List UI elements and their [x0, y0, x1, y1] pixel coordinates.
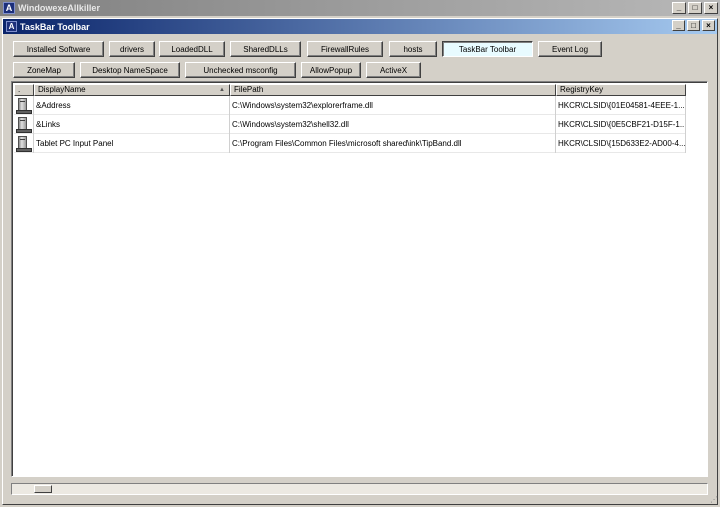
table-row[interactable]: &Links C:\Windows\system32\shell32.dll H…: [14, 115, 686, 134]
computer-icon: [14, 96, 34, 115]
allowpopup-button[interactable]: AllowPopup: [301, 62, 361, 78]
unchecked-msconfig-button[interactable]: Unchecked msconfig: [185, 62, 296, 78]
column-header-displayname-label: DisplayName: [38, 85, 86, 94]
app-icon: A: [3, 2, 15, 14]
row-registrykey: HKCR\CLSID\{01E04581-4EEE-1...: [556, 96, 686, 115]
child-minimize-button[interactable]: _: [672, 20, 685, 31]
column-header-displayname[interactable]: DisplayName ▲: [34, 84, 230, 96]
column-header-icon[interactable]: .: [14, 84, 34, 96]
row-registrykey: HKCR\CLSID\{0E5CBF21-D15F-1...: [556, 115, 686, 134]
drivers-button[interactable]: drivers: [109, 41, 155, 57]
close-button[interactable]: ×: [704, 2, 718, 14]
minimize-button[interactable]: _: [672, 2, 686, 14]
installed-software-button[interactable]: Installed Software: [13, 41, 104, 57]
child-title-bar[interactable]: A TaskBar Toolbar _ □ ×: [3, 19, 717, 34]
sort-ascending-icon: ▲: [219, 87, 225, 93]
child-window-icon: A: [6, 21, 17, 32]
row-filepath: C:\Windows\system32\explorerframe.dll: [230, 96, 556, 115]
resize-grip-icon[interactable]: ⋰: [708, 495, 718, 505]
row-displayname: &Address: [34, 96, 230, 115]
list-header: . DisplayName ▲ FilePath RegistryKey: [14, 84, 686, 96]
activex-button[interactable]: ActiveX: [366, 62, 421, 78]
column-header-registrykey[interactable]: RegistryKey: [556, 84, 686, 96]
event-log-button[interactable]: Event Log: [538, 41, 602, 57]
maximize-button[interactable]: □: [688, 2, 702, 14]
shared-dlls-button[interactable]: SharedDLLs: [230, 41, 301, 57]
scrollbar-thumb[interactable]: [34, 485, 52, 493]
child-close-button[interactable]: ×: [702, 20, 715, 31]
child-maximize-button[interactable]: □: [687, 20, 700, 31]
row-registrykey: HKCR\CLSID\{15D633E2-AD00-4...: [556, 134, 686, 153]
loaded-dll-button[interactable]: LoadedDLL: [159, 41, 225, 57]
column-header-filepath[interactable]: FilePath: [230, 84, 556, 96]
taskbar-toolbar-button[interactable]: TaskBar Toolbar: [442, 41, 533, 57]
computer-icon: [14, 115, 34, 134]
list-rows: &Address C:\Windows\system32\explorerfra…: [14, 96, 686, 153]
zonemap-button[interactable]: ZoneMap: [13, 62, 75, 78]
desktop-namespace-button[interactable]: Desktop NameSpace: [80, 62, 180, 78]
table-row[interactable]: &Address C:\Windows\system32\explorerfra…: [14, 96, 686, 115]
table-row[interactable]: Tablet PC Input Panel C:\Program Files\C…: [14, 134, 686, 153]
horizontal-scrollbar[interactable]: [11, 483, 708, 495]
app-title-bar[interactable]: A WindowexeAllkiller _ □ ×: [0, 0, 720, 17]
hosts-button[interactable]: hosts: [389, 41, 437, 57]
app-title: WindowexeAllkiller: [18, 3, 100, 13]
computer-icon: [14, 134, 34, 153]
child-window-controls: _ □ ×: [672, 20, 715, 31]
row-filepath: C:\Program Files\Common Files\microsoft …: [230, 134, 556, 153]
child-window-title: TaskBar Toolbar: [20, 21, 90, 32]
window-controls: _ □ ×: [672, 2, 718, 14]
firewall-rules-button[interactable]: FirewallRules: [307, 41, 383, 57]
row-displayname: &Links: [34, 115, 230, 134]
row-displayname: Tablet PC Input Panel: [34, 134, 230, 153]
toolbar-list-view[interactable]: . DisplayName ▲ FilePath RegistryKey &Ad…: [11, 81, 708, 477]
row-filepath: C:\Windows\system32\shell32.dll: [230, 115, 556, 134]
